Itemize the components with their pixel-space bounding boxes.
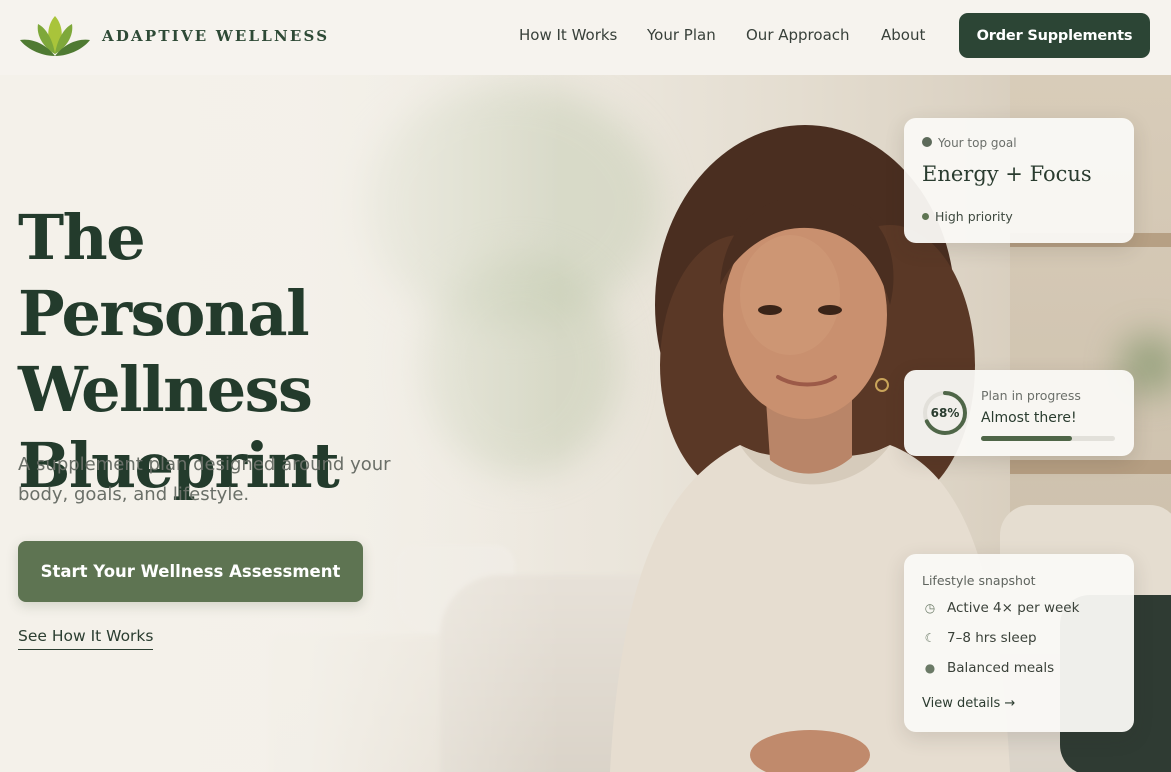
progress-label: Plan in progress <box>981 388 1081 403</box>
brand-name: ADAPTIVE WELLNESS <box>102 27 330 45</box>
site-header: ADAPTIVE WELLNESS How It Works Your Plan… <box>0 0 1171 75</box>
logo[interactable]: ADAPTIVE WELLNESS <box>18 14 329 58</box>
progress-percent: 68% <box>930 406 960 420</box>
nav-how-it-works[interactable]: How It Works <box>519 26 617 44</box>
moon-icon: ☾ <box>924 631 936 645</box>
shelf-board <box>1010 460 1171 474</box>
order-supplements-button[interactable]: Order Supplements <box>959 13 1150 58</box>
goal-priority: High priority <box>935 209 1013 224</box>
nav-about[interactable]: About <box>881 26 925 44</box>
priority-dot-icon <box>922 213 929 220</box>
lifestyle-item-text: Active 4× per week <box>947 600 1080 616</box>
progress-bar <box>981 436 1115 441</box>
nav-your-plan[interactable]: Your Plan <box>647 26 716 44</box>
start-assessment-button[interactable]: Start Your Wellness Assessment <box>18 541 363 602</box>
progress-bar-fill <box>981 436 1073 441</box>
view-details-link[interactable]: View details → <box>922 696 1015 711</box>
progress-title: Almost there! <box>981 410 1077 426</box>
lifestyle-item: ● Balanced meals <box>922 660 1054 676</box>
lifestyle-title: Lifestyle snapshot <box>922 573 1036 588</box>
target-icon <box>922 137 932 147</box>
lifestyle-snapshot-card: Lifestyle snapshot ◷ Active 4× per week … <box>904 554 1134 732</box>
goal-title: Energy + Focus <box>922 162 1092 186</box>
top-goal-card[interactable]: Your top goal Energy + Focus High priori… <box>904 118 1134 243</box>
hero-subtitle: A supplement plan designed around your b… <box>18 454 391 505</box>
lifestyle-item: ☾ 7–8 hrs sleep <box>922 630 1037 646</box>
lifestyle-item: ◷ Active 4× per week <box>922 600 1080 616</box>
goal-label: Your top goal <box>938 136 1017 150</box>
plate-icon: ● <box>924 661 936 675</box>
clock-icon: ◷ <box>924 601 936 615</box>
plan-progress-card[interactable]: 68% Plan in progress Almost there! <box>904 370 1134 456</box>
lifestyle-item-text: 7–8 hrs sleep <box>947 630 1037 646</box>
lifestyle-item-text: Balanced meals <box>947 660 1055 676</box>
nav-our-approach[interactable]: Our Approach <box>746 26 850 44</box>
lotus-leaf-logo-icon <box>20 16 90 56</box>
see-how-it-works-link[interactable]: See How It Works <box>18 627 154 650</box>
